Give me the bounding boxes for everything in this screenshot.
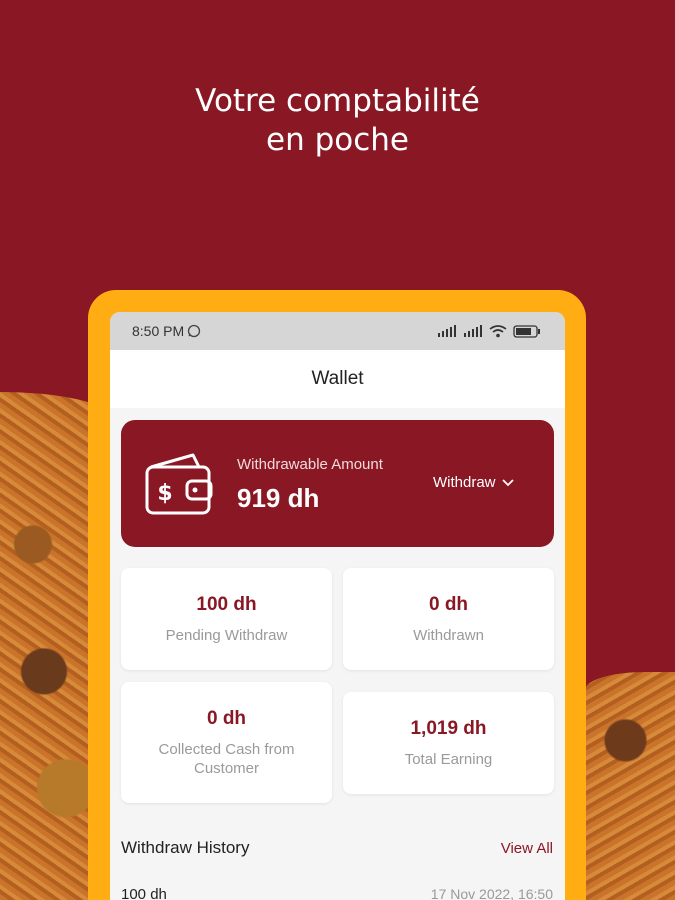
wallet-icon: $ <box>145 453 213 515</box>
withdraw-label: Withdraw <box>433 474 496 491</box>
status-bar: 8:50 PM <box>110 312 565 350</box>
total-earning-card: 1,019 dh Total Earning <box>343 692 554 794</box>
withdrawable-amount: 919 dh <box>237 483 320 513</box>
food-image-right <box>585 672 675 900</box>
chevron-down-icon <box>501 478 514 486</box>
headline-line-2: en poche <box>266 122 409 158</box>
battery-icon <box>513 324 540 338</box>
phone-screen: 8:50 PM Wallet $ Withdrawable Amount 919… <box>110 312 565 900</box>
view-all-link[interactable]: View All <box>501 840 553 857</box>
withdraw-button[interactable]: Withdraw <box>433 474 514 491</box>
signal-icon <box>438 325 456 337</box>
whatsapp-icon <box>187 324 201 338</box>
total-earning-label: Total Earning <box>404 751 493 768</box>
withdrawable-label: Withdrawable Amount <box>237 456 383 473</box>
collected-cash-label-line-2: Customer <box>193 760 260 777</box>
pending-withdraw-label: Pending Withdraw <box>165 627 288 644</box>
pending-withdraw-value: 100 dh <box>196 594 257 615</box>
collected-cash-value: 0 dh <box>206 708 247 729</box>
svg-text:$: $ <box>157 481 172 506</box>
headline: Votre comptabilité en poche <box>0 82 675 160</box>
withdrawn-card: 0 dh Withdrawn <box>343 568 554 670</box>
app-bar: Wallet <box>110 350 565 408</box>
collected-cash-card: 0 dh Collected Cash from Customer <box>121 682 332 803</box>
headline-line-1: Votre comptabilité <box>195 83 480 119</box>
pending-withdraw-card: 100 dh Pending Withdraw <box>121 568 332 670</box>
status-time: 8:50 PM <box>132 323 185 339</box>
history-row-date: 17 Nov 2022, 16:50 <box>430 886 553 900</box>
total-earning-value: 1,019 dh <box>410 718 487 739</box>
page-title: Wallet <box>311 368 364 389</box>
collected-cash-label: Collected Cash from Customer <box>121 740 332 778</box>
withdrawn-value: 0 dh <box>428 594 469 615</box>
withdraw-history-title: Withdraw History <box>121 838 250 857</box>
history-row-amount: 100 dh <box>121 886 167 900</box>
withdrawn-label: Withdrawn <box>413 627 484 644</box>
withdrawable-card: $ Withdrawable Amount 919 dh Withdraw <box>121 420 554 547</box>
signal-icon-2 <box>464 325 482 337</box>
wifi-icon <box>489 324 507 337</box>
collected-cash-label-line-1: Collected Cash from <box>158 741 295 758</box>
